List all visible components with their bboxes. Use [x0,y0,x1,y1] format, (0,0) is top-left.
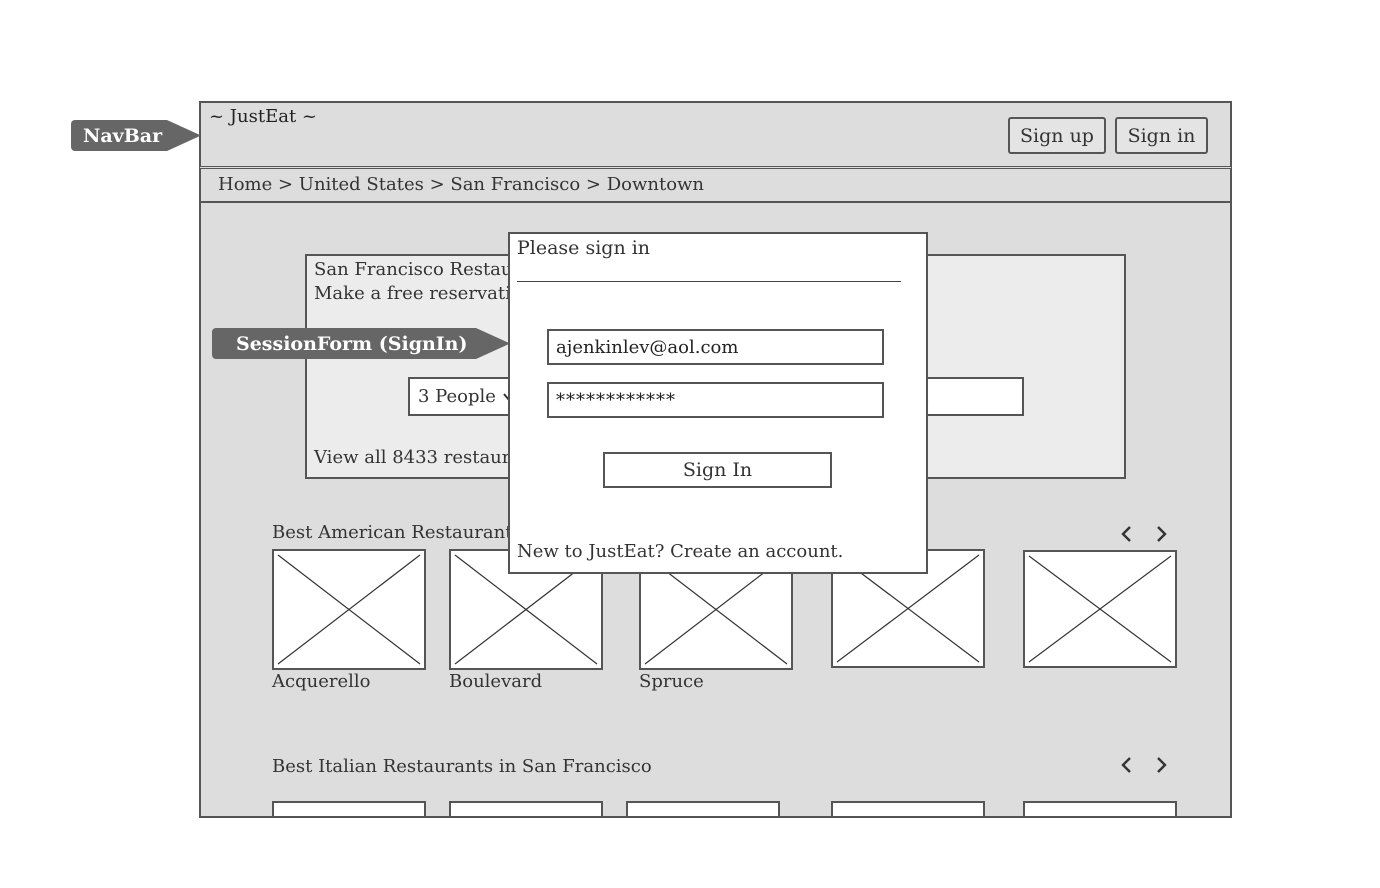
hero-subtitle: Make a free reservatior [314,283,531,304]
chevron-right-icon[interactable] [1154,755,1168,780]
restaurant-image-placeholder[interactable] [449,801,603,816]
breadcrumb[interactable]: Home > United States > San Francisco > D… [218,174,704,195]
navbar-annotation-tag: NavBar [71,120,201,151]
view-all-link[interactable]: View all 8433 restaura [314,447,521,468]
restaurant-image-placeholder[interactable] [626,801,780,816]
signin-button[interactable]: Sign in [1115,117,1208,154]
chevron-left-icon[interactable] [1120,524,1134,549]
signin-submit-button[interactable]: Sign In [603,452,832,488]
restaurant-name[interactable]: Boulevard [449,671,542,692]
signup-button[interactable]: Sign up [1008,117,1106,154]
restaurant-image-placeholder[interactable] [272,549,426,670]
sessionform-annotation-tag: SessionForm (SignIn) [212,328,510,359]
restaurant-name[interactable]: Acquerello [272,671,370,692]
create-account-link[interactable]: New to JustEat? Create an account. [517,541,843,562]
restaurant-image-placeholder[interactable] [272,801,426,816]
password-field[interactable]: ************ [547,382,884,418]
restaurant-name[interactable]: Spruce [639,671,704,692]
people-select[interactable]: 3 People [408,377,518,416]
chevron-right-icon[interactable] [1154,524,1168,549]
restaurant-image-placeholder[interactable] [1023,801,1177,816]
app-logo[interactable]: ~ JustEat ~ [209,106,317,127]
section-title-american: Best American Restaurants [272,522,522,543]
email-field[interactable]: ajenkinlev@aol.com [547,329,884,365]
modal-title: Please sign in [517,237,651,259]
restaurant-image-placeholder[interactable] [831,801,985,816]
modal-divider [517,281,901,282]
restaurant-image-placeholder[interactable] [1023,550,1177,668]
people-select-value: 3 People [418,386,496,407]
section-title-italian: Best Italian Restaurants in San Francisc… [272,756,652,777]
chevron-left-icon[interactable] [1120,755,1134,780]
hero-title: San Francisco Restaura [314,259,532,280]
